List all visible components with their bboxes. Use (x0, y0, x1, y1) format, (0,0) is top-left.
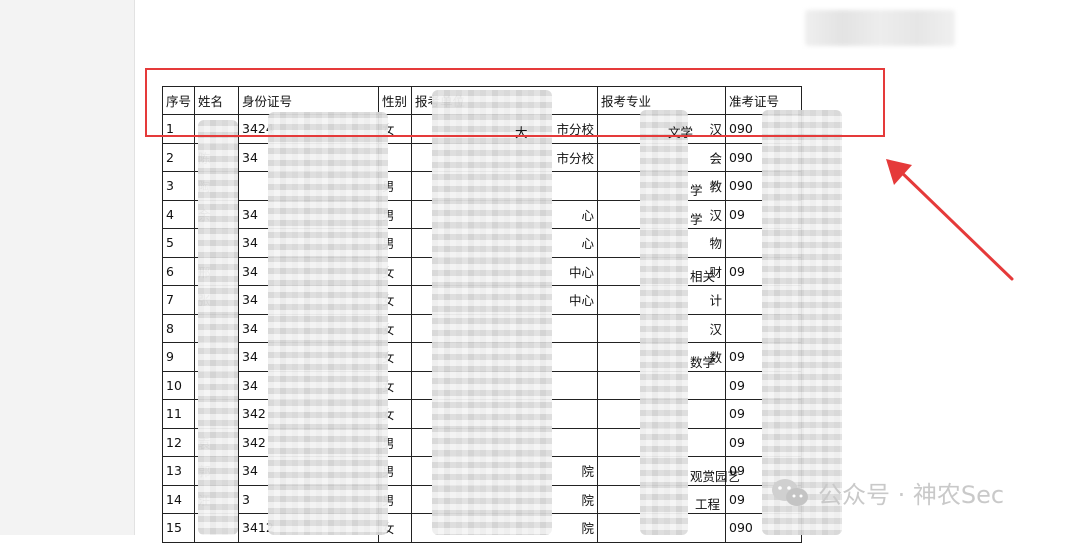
cell-no: 2 (161, 142, 196, 172)
cell-no: 11 (161, 399, 196, 429)
cell-no: 7 (161, 285, 196, 315)
cell-no: 15 (161, 513, 196, 543)
cell-no: 12 (161, 427, 196, 457)
redaction-mosaic-major (640, 110, 688, 535)
redaction-mosaic-ticket (762, 110, 842, 535)
watermark-text: 公众号 · 神农Sec (818, 481, 1005, 509)
major-fragment: 学 (690, 212, 703, 227)
redaction-mosaic-name (198, 120, 238, 535)
cell-no: 4 (161, 199, 196, 229)
blurred-header-text (805, 10, 955, 46)
cell-no: 3 (161, 171, 196, 201)
document-margin (0, 0, 135, 535)
major-fragment: 工程 (695, 497, 721, 512)
wechat-icon (772, 478, 808, 506)
major-fragment: 学 (690, 183, 703, 198)
cell-no: 9 (161, 342, 196, 372)
cell-no: 14 (161, 484, 196, 514)
redaction-mosaic-id (268, 112, 388, 535)
cell-no: 10 (161, 370, 196, 400)
major-fragment: 数学 (690, 355, 716, 370)
cell-no: 5 (161, 228, 196, 258)
annotation-arrow-icon (886, 159, 1014, 281)
header-highlight-box (145, 68, 885, 137)
watermark: 公众号 · 神农Sec (770, 475, 1004, 510)
cell-no: 13 (161, 456, 196, 486)
major-fragment: 观赏园艺 (690, 469, 741, 484)
redaction-mosaic-unit (432, 90, 552, 535)
cell-no: 8 (161, 313, 196, 343)
cell-no: 6 (161, 256, 196, 286)
major-fragment: 相关 (690, 269, 716, 284)
